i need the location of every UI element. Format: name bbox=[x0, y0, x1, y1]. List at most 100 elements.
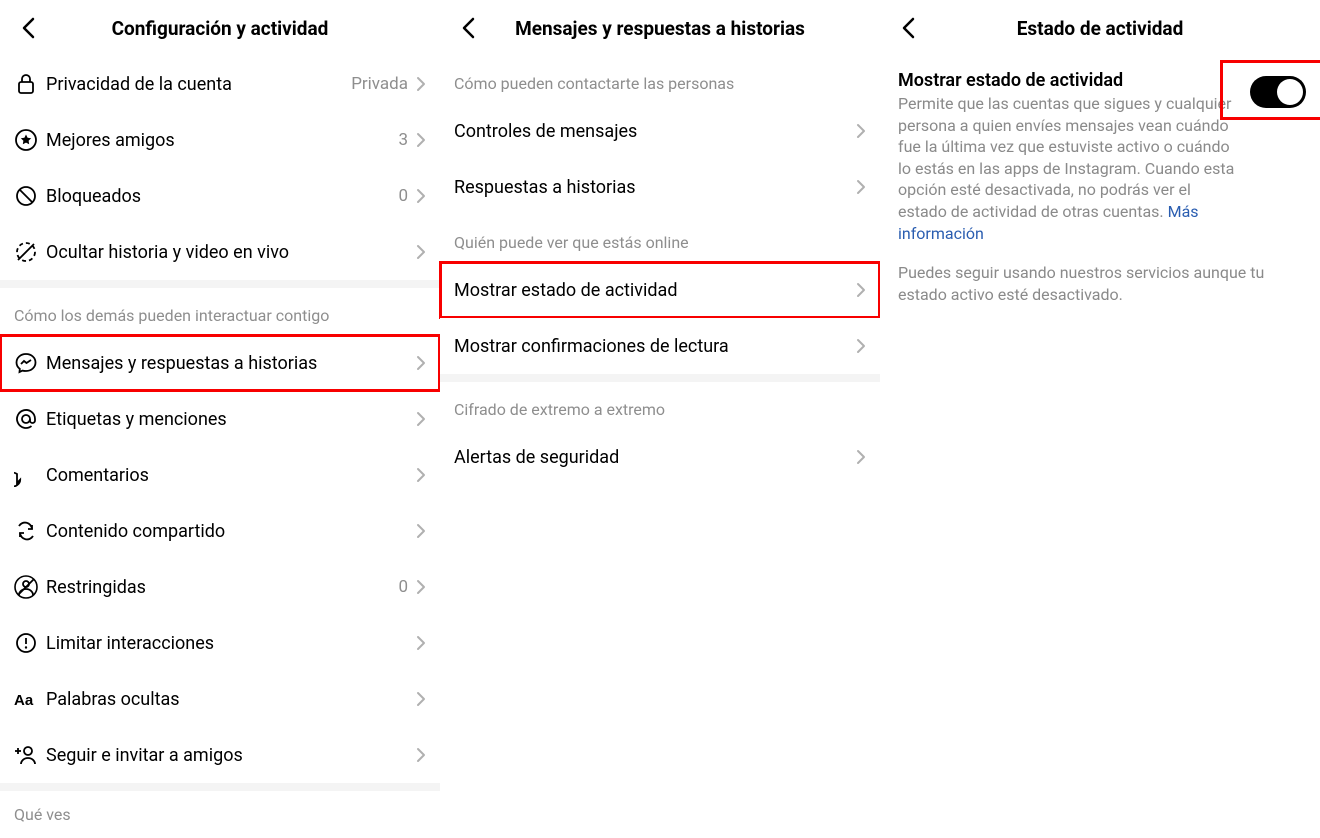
page-title: Mensajes y respuestas a historias bbox=[440, 17, 880, 40]
section-what-you-see-header: Qué ves bbox=[0, 791, 440, 838]
svg-text:Aa: Aa bbox=[14, 692, 34, 709]
row-meta: 0 bbox=[398, 577, 408, 597]
chevron-right-icon bbox=[856, 338, 866, 354]
chevron-left-icon bbox=[901, 17, 915, 39]
row-account-privacy[interactable]: Privacidad de la cuenta Privada bbox=[0, 56, 440, 112]
row-meta: Privada bbox=[351, 74, 408, 94]
row-message-controls[interactable]: Controles de mensajes bbox=[440, 103, 880, 159]
section-online-header: Quién puede ver que estás online bbox=[440, 215, 880, 262]
row-label: Bloqueados bbox=[46, 186, 398, 207]
row-meta: 0 bbox=[398, 186, 408, 206]
row-label: Contenido compartido bbox=[46, 521, 416, 542]
row-label: Controles de mensajes bbox=[454, 121, 856, 142]
pane2-header: Mensajes y respuestas a historias bbox=[440, 0, 880, 56]
pane3-body: Mostrar estado de actividad Permite que … bbox=[880, 56, 1320, 305]
activity-status-toggle[interactable] bbox=[1250, 76, 1306, 108]
chevron-right-icon bbox=[856, 179, 866, 195]
row-meta: 3 bbox=[398, 130, 408, 150]
row-label: Alertas de seguridad bbox=[454, 447, 856, 468]
text-aa-icon: Aa bbox=[14, 687, 38, 711]
activity-status-note: Puedes seguir usando nuestros servicios … bbox=[898, 262, 1306, 305]
warning-circle-icon bbox=[14, 631, 38, 655]
activity-status-heading: Mostrar estado de actividad bbox=[898, 70, 1242, 91]
lock-icon bbox=[14, 72, 38, 96]
chevron-right-icon bbox=[416, 411, 426, 427]
star-circle-icon bbox=[14, 128, 38, 152]
section-e2e-header: Cifrado de extremo a extremo bbox=[440, 382, 880, 429]
section-divider bbox=[440, 374, 880, 382]
row-label: Mejores amigos bbox=[46, 130, 398, 151]
chevron-right-icon bbox=[856, 123, 866, 139]
row-hidden-words[interactable]: Aa Palabras ocultas bbox=[0, 671, 440, 727]
page-title: Configuración y actividad bbox=[0, 17, 440, 40]
pane1-scroll[interactable]: Privacidad de la cuenta Privada Mejores … bbox=[0, 56, 440, 838]
chevron-right-icon bbox=[416, 188, 426, 204]
add-friend-icon bbox=[14, 743, 38, 767]
settings-activity-pane: Configuración y actividad Privacidad de … bbox=[0, 0, 440, 838]
row-label: Seguir e invitar a amigos bbox=[46, 745, 416, 766]
section-contact-header: Cómo pueden contactarte las personas bbox=[440, 56, 880, 103]
chevron-right-icon bbox=[416, 132, 426, 148]
chevron-right-icon bbox=[856, 449, 866, 465]
row-follow-invite[interactable]: Seguir e invitar a amigos bbox=[0, 727, 440, 783]
toggle-knob bbox=[1277, 79, 1303, 105]
chevron-right-icon bbox=[416, 691, 426, 707]
section-interact-header: Cómo los demás pueden interactuar contig… bbox=[0, 288, 440, 335]
pane1-header: Configuración y actividad bbox=[0, 0, 440, 56]
section-divider bbox=[0, 783, 440, 791]
row-label: Restringidas bbox=[46, 577, 398, 598]
chevron-right-icon bbox=[416, 76, 426, 92]
row-tags-mentions[interactable]: Etiquetas y menciones bbox=[0, 391, 440, 447]
back-button[interactable] bbox=[8, 8, 48, 48]
row-hide-story[interactable]: Ocultar historia y video en vivo bbox=[0, 224, 440, 280]
row-label: Etiquetas y menciones bbox=[46, 409, 416, 430]
messenger-icon bbox=[14, 351, 38, 375]
row-shared-content[interactable]: Contenido compartido bbox=[0, 503, 440, 559]
row-label: Mostrar estado de actividad bbox=[454, 280, 856, 301]
row-label: Mostrar confirmaciones de lectura bbox=[454, 336, 856, 357]
hide-story-icon bbox=[14, 240, 38, 264]
row-security-alerts[interactable]: Alertas de seguridad bbox=[440, 429, 880, 485]
row-label: Ocultar historia y video en vivo bbox=[46, 242, 416, 263]
block-icon bbox=[14, 184, 38, 208]
chevron-right-icon bbox=[416, 355, 426, 371]
activity-status-description: Permite que las cuentas que sigues y cua… bbox=[898, 93, 1242, 244]
row-best-friends[interactable]: Mejores amigos 3 bbox=[0, 112, 440, 168]
row-story-replies[interactable]: Respuestas a historias bbox=[440, 159, 880, 215]
chevron-right-icon bbox=[416, 747, 426, 763]
reshare-icon bbox=[14, 519, 38, 543]
row-label: Palabras ocultas bbox=[46, 689, 416, 710]
chevron-right-icon bbox=[416, 244, 426, 260]
row-label: Respuestas a historias bbox=[454, 177, 856, 198]
row-comments[interactable]: Comentarios bbox=[0, 447, 440, 503]
row-restricted[interactable]: Restringidas 0 bbox=[0, 559, 440, 615]
chevron-right-icon bbox=[856, 282, 866, 298]
section-divider bbox=[0, 280, 440, 288]
page-title: Estado de actividad bbox=[880, 17, 1320, 40]
messages-replies-pane: Mensajes y respuestas a historias Cómo p… bbox=[440, 0, 880, 838]
row-label: Mensajes y respuestas a historias bbox=[46, 353, 416, 374]
restricted-icon bbox=[14, 575, 38, 599]
activity-status-row: Mostrar estado de actividad Permite que … bbox=[898, 70, 1306, 244]
comment-icon bbox=[14, 463, 38, 487]
chevron-right-icon bbox=[416, 467, 426, 483]
row-label: Comentarios bbox=[46, 465, 416, 486]
back-button[interactable] bbox=[448, 8, 488, 48]
row-messages-story-replies[interactable]: Mensajes y respuestas a historias bbox=[0, 335, 440, 391]
toggle-container bbox=[1242, 70, 1306, 120]
row-label: Privacidad de la cuenta bbox=[46, 74, 351, 95]
row-limit-interactions[interactable]: Limitar interacciones bbox=[0, 615, 440, 671]
chevron-right-icon bbox=[416, 523, 426, 539]
back-button[interactable] bbox=[888, 8, 928, 48]
chevron-left-icon bbox=[21, 17, 35, 39]
row-label: Limitar interacciones bbox=[46, 633, 416, 654]
chevron-left-icon bbox=[461, 17, 475, 39]
chevron-right-icon bbox=[416, 635, 426, 651]
pane3-header: Estado de actividad bbox=[880, 0, 1320, 56]
row-blocked[interactable]: Bloqueados 0 bbox=[0, 168, 440, 224]
chevron-right-icon bbox=[416, 579, 426, 595]
at-icon bbox=[14, 407, 38, 431]
activity-status-pane: Estado de actividad Mostrar estado de ac… bbox=[880, 0, 1320, 838]
row-show-activity-status[interactable]: Mostrar estado de actividad bbox=[440, 262, 880, 318]
row-read-receipts[interactable]: Mostrar confirmaciones de lectura bbox=[440, 318, 880, 374]
